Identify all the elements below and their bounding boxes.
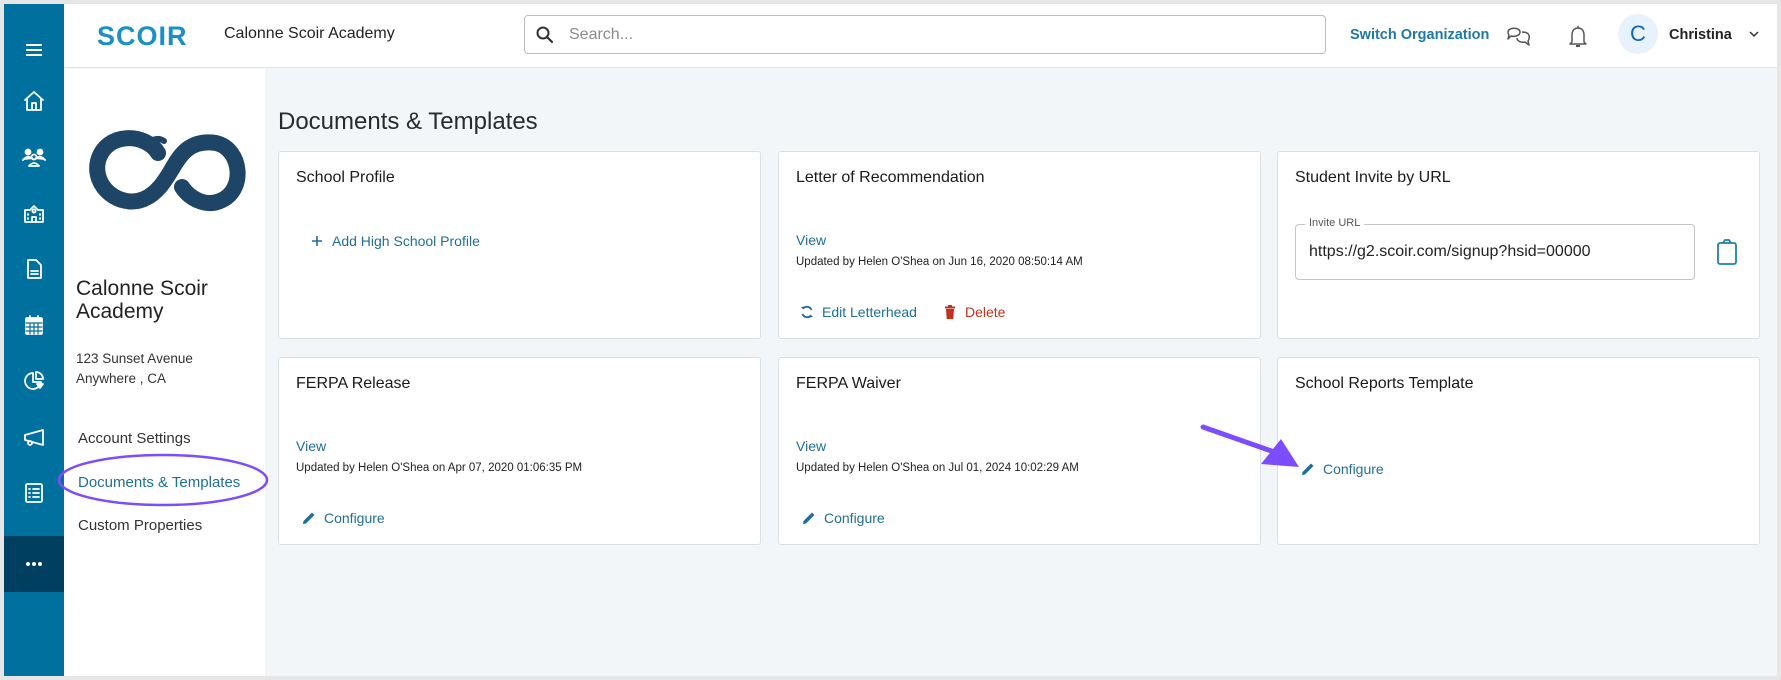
invite-url-label: Invite URL (1305, 217, 1365, 229)
page-title: Documents & Templates (278, 108, 538, 135)
students-icon[interactable] (4, 129, 64, 185)
search-box[interactable] (524, 15, 1326, 54)
pencil-icon (303, 512, 315, 524)
delete-button[interactable]: Delete (942, 304, 1005, 320)
megaphone-icon[interactable] (4, 409, 64, 465)
avatar[interactable]: C (1618, 14, 1658, 54)
clipboard-icon[interactable] (1715, 238, 1739, 266)
switch-organization-link[interactable]: Switch Organization (1350, 27, 1489, 43)
view-link[interactable]: View (796, 438, 826, 454)
document-icon[interactable] (4, 241, 64, 297)
configure-button[interactable]: Configure (1300, 461, 1384, 477)
search-input[interactable] (569, 25, 1309, 44)
address-line-2: Anywhere , CA (76, 371, 167, 386)
top-header: SCOIR Calonne Scoir Academy Switch Organ… (64, 4, 1777, 68)
chevron-down-icon[interactable] (1747, 27, 1761, 41)
left-rail (4, 4, 64, 676)
subnav-documents-templates[interactable]: Documents & Templates (78, 474, 240, 491)
subnav-account-settings[interactable]: Account Settings (78, 430, 191, 447)
card-ferpa-release: FERPA Release View Updated by Helen O'Sh… (278, 357, 761, 545)
card-ferpa-waiver: FERPA Waiver View Updated by Helen O'She… (778, 357, 1261, 545)
home-icon[interactable] (4, 73, 64, 129)
invite-url-field[interactable]: Invite URL (1295, 217, 1695, 280)
user-name[interactable]: Christina (1669, 27, 1732, 43)
trash-icon (945, 305, 955, 319)
subnav-custom-properties[interactable]: Custom Properties (78, 517, 202, 534)
card-title: FERPA Waiver (796, 375, 901, 392)
updated-info: Updated by Helen O'Shea on Jun 16, 2020 … (796, 256, 1083, 268)
delete-label: Delete (965, 304, 1006, 320)
configure-label: Configure (324, 510, 385, 526)
org-name: Calonne Scoir Academy (224, 25, 395, 42)
analytics-icon[interactable] (4, 353, 64, 409)
invite-url-input[interactable] (1309, 243, 1684, 261)
checklist-icon[interactable] (4, 465, 64, 521)
add-high-school-profile-button[interactable]: Add High School Profile (309, 233, 480, 249)
updated-info: Updated by Helen O'Shea on Jul 01, 2024 … (796, 462, 1079, 474)
card-title: FERPA Release (296, 375, 411, 392)
updated-info: Updated by Helen O'Shea on Apr 07, 2020 … (296, 462, 583, 474)
configure-label: Configure (824, 510, 885, 526)
plus-icon (312, 236, 322, 246)
calendar-icon[interactable] (4, 297, 64, 353)
app-window: SCOIR Calonne Scoir Academy Switch Organ… (4, 4, 1777, 676)
card-title: Letter of Recommendation (796, 169, 985, 186)
scoir-logo[interactable]: SCOIR (97, 22, 197, 48)
view-link[interactable]: View (296, 438, 326, 454)
settings-subnav: Calonne Scoir Academy 123 Sunset Avenue … (64, 69, 265, 676)
school-address: 123 Sunset Avenue Anywhere , CA (76, 349, 193, 389)
card-school-reports-template: School Reports Template Configure (1277, 357, 1760, 545)
school-icon[interactable] (4, 185, 64, 241)
card-title: School Profile (296, 169, 395, 186)
card-school-profile: School Profile Add High School Profile (278, 151, 761, 339)
configure-label: Configure (1323, 461, 1384, 477)
edit-letterhead-label: Edit Letterhead (822, 304, 917, 320)
pencil-icon (803, 512, 815, 524)
view-link[interactable]: View (796, 232, 826, 248)
configure-button[interactable]: Configure (301, 510, 385, 526)
more-icon[interactable] (4, 536, 64, 592)
card-letter-of-recommendation: Letter of Recommendation View Updated by… (778, 151, 1261, 339)
address-line-1: 123 Sunset Avenue (76, 351, 193, 366)
search-icon (536, 26, 554, 43)
add-profile-label: Add High School Profile (332, 233, 480, 249)
configure-button[interactable]: Configure (801, 510, 885, 526)
chat-icon[interactable] (1505, 23, 1533, 49)
card-student-invite: Student Invite by URL Invite URL (1277, 151, 1760, 339)
brand-text: SCOIR (97, 22, 188, 48)
school-logo (89, 130, 246, 212)
card-title: School Reports Template (1295, 375, 1474, 392)
school-name: Calonne Scoir Academy (76, 277, 208, 323)
edit-letterhead-button[interactable]: Edit Letterhead (799, 304, 917, 320)
pencil-icon (1302, 463, 1314, 475)
refresh-icon (801, 305, 813, 319)
card-title: Student Invite by URL (1295, 169, 1451, 186)
bell-icon[interactable] (1564, 23, 1592, 49)
